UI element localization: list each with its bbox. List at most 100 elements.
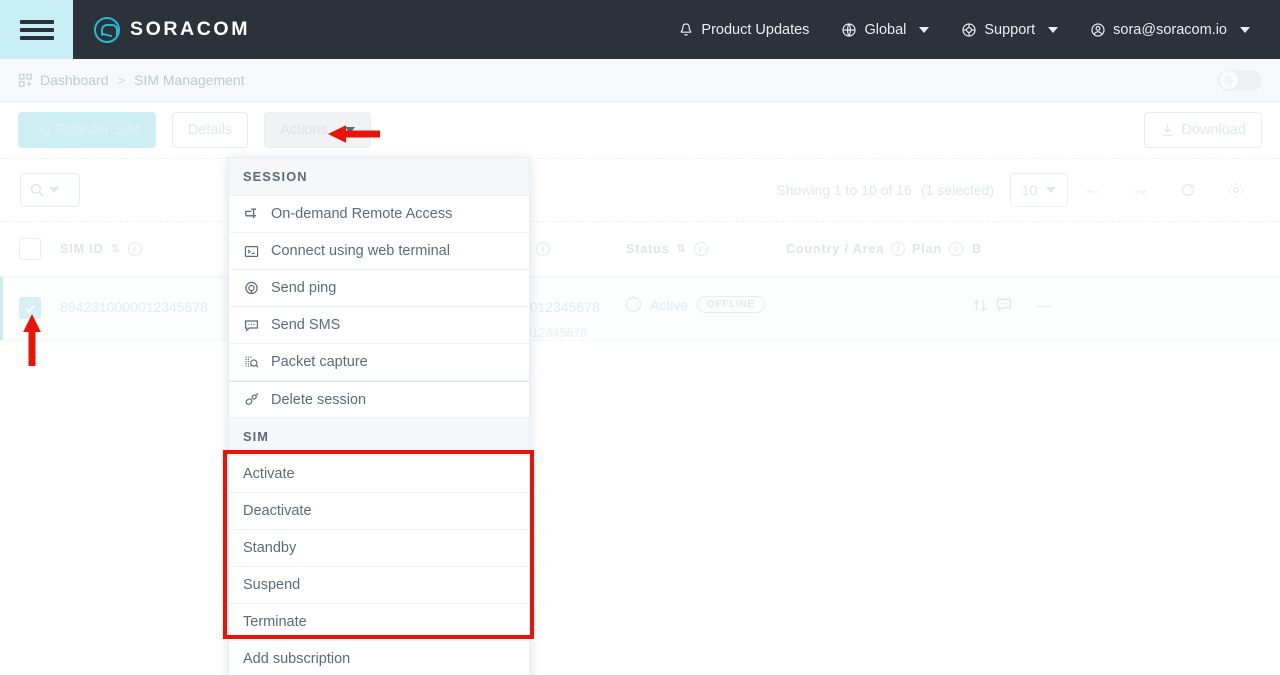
bell-icon	[678, 22, 694, 38]
traffic-updown-icon[interactable]	[972, 297, 989, 314]
soracom-logo-icon	[94, 17, 120, 43]
column-header-b[interactable]: B	[972, 242, 982, 256]
nav-label: Global	[864, 22, 906, 38]
chevron-down-icon	[1046, 187, 1056, 193]
top-navigation-bar: SORACOM Product Updates Global	[0, 0, 1280, 59]
menu-item-send-ping[interactable]: Send ping	[229, 270, 529, 307]
details-label: Details	[188, 122, 232, 138]
menu-item-packet-capture[interactable]: Packet capture	[229, 344, 529, 381]
app-root: SORACOM Product Updates Global	[0, 0, 1280, 675]
sms-icon	[243, 318, 260, 333]
menu-item-send-sms[interactable]: Send SMS	[229, 307, 529, 344]
column-label: Plan	[912, 242, 942, 256]
info-icon[interactable]: i	[128, 242, 142, 256]
prev-page-button[interactable]: ←	[1068, 172, 1116, 208]
menu-item-standby[interactable]: Standby	[229, 530, 529, 567]
arrow-right-icon: →	[1131, 179, 1150, 201]
user-circle-icon	[1090, 22, 1106, 38]
filter-and-pagination-bar: Showing 1 to 10 of 16 (1 selected) 10 ← …	[0, 158, 1280, 222]
refresh-button[interactable]	[1164, 172, 1212, 208]
action-toolbar: Register SIM Details Actions Download	[0, 102, 1280, 158]
cell-plan	[912, 277, 972, 299]
ping-icon	[243, 281, 260, 296]
annotation-arrow-left	[326, 120, 382, 148]
download-button[interactable]: Download	[1144, 112, 1263, 148]
plus-circle-icon	[34, 123, 49, 138]
dropdown-group-header-sim: SIM	[229, 418, 529, 456]
info-icon[interactable]: i	[949, 242, 963, 256]
menu-item-label: Packet capture	[271, 354, 368, 370]
column-header-status[interactable]: Status ⇅ i	[626, 242, 786, 256]
chevron-down-icon	[1240, 27, 1250, 33]
menu-item-delete-session[interactable]: Delete session	[229, 381, 529, 418]
theme-toggle[interactable]	[1218, 70, 1262, 91]
nav-global[interactable]: Global	[825, 0, 945, 59]
menu-item-label: Send ping	[271, 280, 336, 296]
search-input[interactable]	[20, 173, 80, 207]
menu-item-label: Add subscription	[243, 651, 350, 667]
remote-access-icon	[243, 207, 260, 222]
actions-dropdown-menu: SESSION On-demand Remote Access Connect …	[228, 157, 530, 675]
top-nav-right-group: Product Updates Global Sup	[662, 0, 1280, 59]
nav-account[interactable]: sora@soracom.io	[1074, 0, 1266, 59]
info-icon[interactable]: i	[891, 242, 905, 256]
brand-name: SORACOM	[130, 18, 250, 41]
nav-support[interactable]: Support	[945, 0, 1074, 59]
nav-product-updates[interactable]: Product Updates	[662, 0, 825, 59]
menu-item-label: Deactivate	[243, 503, 312, 519]
menu-item-terminate[interactable]: Terminate	[229, 604, 529, 641]
column-header-plan[interactable]: Plan i	[912, 242, 972, 256]
register-sim-label: Register SIM	[56, 122, 140, 138]
chevron-down-icon	[49, 187, 59, 193]
page-size-select[interactable]: 10	[1010, 173, 1068, 207]
table-settings-button[interactable]	[1212, 172, 1260, 208]
chevron-down-icon	[919, 27, 929, 33]
details-button[interactable]: Details	[172, 112, 248, 148]
column-label: B	[972, 242, 982, 256]
arrow-left-icon: ←	[1083, 179, 1102, 201]
info-icon[interactable]: i	[694, 242, 708, 256]
menu-item-suspend[interactable]: Suspend	[229, 567, 529, 604]
breadcrumb-current-label: SIM Management	[134, 72, 245, 88]
theme-toggle-knob	[1220, 71, 1238, 89]
unlink-icon	[243, 392, 260, 407]
brand-logo[interactable]: SORACOM	[94, 17, 250, 43]
breadcrumb-separator: >	[118, 73, 126, 88]
register-sim-button[interactable]: Register SIM	[18, 112, 156, 148]
dropdown-group-header-session: SESSION	[229, 158, 529, 196]
select-all-checkbox[interactable]	[19, 238, 41, 260]
selected-count-label: (1 selected)	[921, 182, 994, 198]
sort-icon[interactable]: ⇅	[111, 244, 121, 255]
nav-label: Support	[984, 22, 1035, 38]
menu-item-add-subscription[interactable]: Add subscription	[229, 641, 529, 675]
status-label: Active	[650, 297, 688, 313]
menu-item-deactivate[interactable]: Deactivate	[229, 493, 529, 530]
nav-label: sora@soracom.io	[1113, 22, 1227, 38]
menu-item-on-demand-remote-access[interactable]: On-demand Remote Access	[229, 196, 529, 233]
download-label: Download	[1182, 122, 1247, 138]
lifebuoy-icon	[961, 22, 977, 38]
refresh-icon	[1179, 181, 1197, 199]
session-status-badge: OFFLINE	[697, 296, 765, 313]
nav-label: Product Updates	[701, 22, 809, 38]
actions-label: Actions	[280, 122, 328, 138]
breadcrumb-dashboard[interactable]: Dashboard	[18, 72, 109, 88]
column-label: SIM ID	[60, 242, 104, 256]
table-row[interactable]: 8942310000012345678 8942310000012345678 …	[0, 277, 1280, 341]
next-page-button[interactable]: →	[1116, 172, 1164, 208]
menu-item-label: Delete session	[271, 392, 366, 408]
column-header-country-area[interactable]: Country / Area i	[786, 242, 912, 256]
column-label: Status	[626, 242, 670, 256]
sort-icon[interactable]: ⇅	[677, 244, 687, 255]
menu-item-label: Send SMS	[271, 317, 340, 333]
menu-item-connect-using-web-terminal[interactable]: Connect using web terminal	[229, 233, 529, 270]
menu-icon[interactable]	[0, 0, 73, 59]
menu-item-activate[interactable]: Activate	[229, 456, 529, 493]
menu-item-label: Activate	[243, 466, 295, 482]
info-icon[interactable]: i	[536, 242, 550, 256]
chevron-down-icon	[1048, 27, 1058, 33]
comment-icon[interactable]	[995, 296, 1013, 314]
dashboard-icon	[18, 73, 33, 88]
pagination-controls: Showing 1 to 10 of 16 (1 selected) 10 ← …	[776, 172, 1260, 208]
column-label: Country / Area	[786, 242, 884, 256]
